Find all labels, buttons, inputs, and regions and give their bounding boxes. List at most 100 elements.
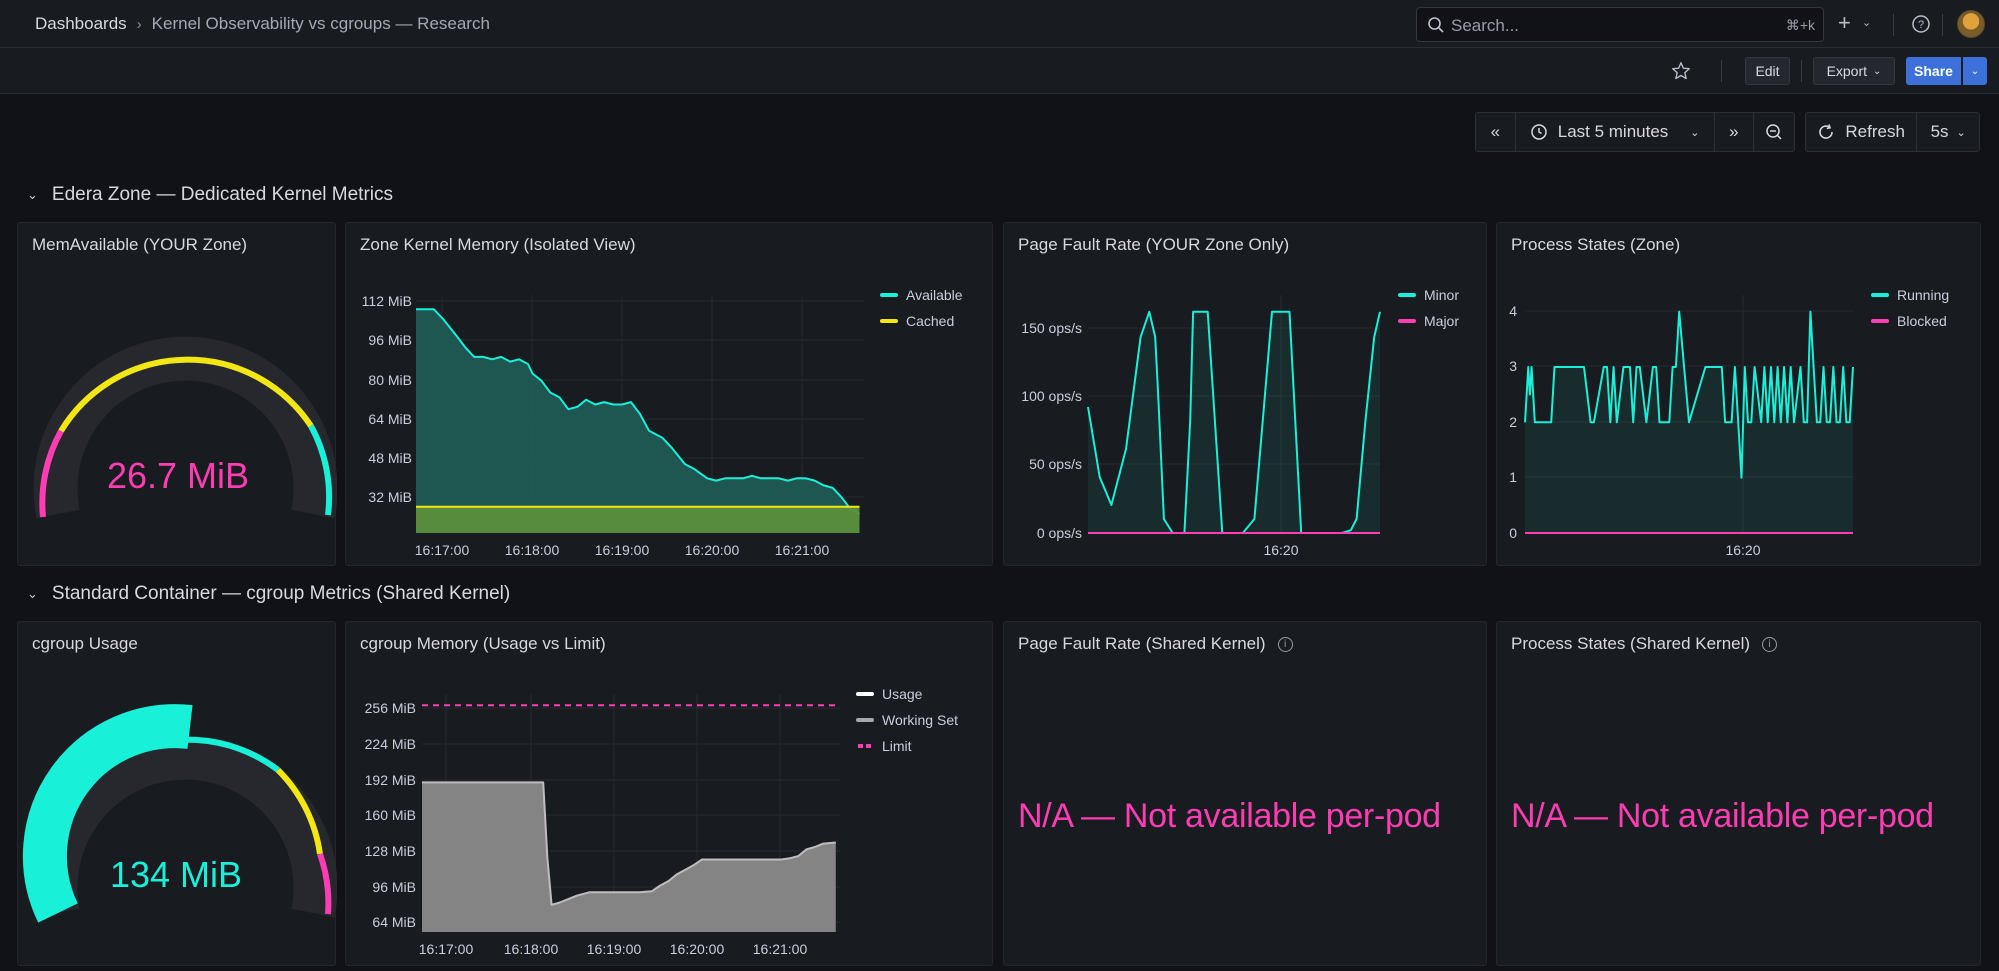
- double-chevron-right-icon: »: [1729, 122, 1739, 141]
- x-tick-label: 16:20:00: [685, 542, 740, 558]
- svg-text:?: ?: [1918, 19, 1924, 31]
- gauge-chart: 134 MiB: [22, 704, 337, 923]
- row-header-edera-zone[interactable]: ⌄ Edera Zone — Dedicated Kernel Metrics: [27, 184, 393, 206]
- legend-label: Cached: [906, 313, 954, 329]
- y-tick-label: 0 ops/s: [1037, 525, 1082, 541]
- export-button[interactable]: Export ⌄: [1813, 57, 1895, 85]
- chevron-down-icon: ⌄: [1690, 126, 1700, 139]
- user-avatar[interactable]: [1957, 10, 1985, 38]
- divider: [1721, 60, 1722, 82]
- x-tick-label: 16:20: [1263, 542, 1298, 558]
- time-range-label: Last 5 minutes: [1557, 122, 1669, 141]
- y-tick-label: 112 MiB: [362, 293, 412, 309]
- share-options-button[interactable]: ⌄: [1963, 57, 1987, 85]
- y-tick-label: 256 MiB: [365, 700, 416, 716]
- breadcrumb-dashboards-link[interactable]: Dashboards: [35, 14, 127, 34]
- legend-label: Available: [906, 287, 963, 303]
- y-tick-label: 224 MiB: [365, 736, 416, 752]
- y-tick-label: 150 ops/s: [1021, 320, 1082, 336]
- y-tick-label: 3: [1509, 358, 1517, 374]
- legend-label: Limit: [882, 738, 912, 754]
- breadcrumb-current-dashboard: Kernel Observability vs cgroups — Resear…: [151, 14, 490, 33]
- edit-label: Edit: [1755, 63, 1780, 79]
- refresh-interval-label: 5s: [1930, 122, 1949, 141]
- refresh-interval-picker[interactable]: 5s ⌄: [1917, 113, 1979, 151]
- gauge-value: 134 MiB: [110, 854, 242, 895]
- time-forward-button[interactable]: »: [1715, 113, 1755, 151]
- y-tick-label: 0: [1509, 525, 1517, 541]
- refresh-label: Refresh: [1845, 122, 1905, 141]
- legend-label: Running: [1897, 287, 1949, 303]
- refresh-icon: [1819, 124, 1834, 139]
- edit-button[interactable]: Edit: [1745, 57, 1790, 85]
- zoom-out-button[interactable]: [1754, 113, 1794, 151]
- export-label: Export: [1826, 63, 1868, 79]
- not-available-message: N/A — Not available per-pod: [1018, 797, 1441, 835]
- y-tick-label: 128 MiB: [365, 843, 416, 859]
- zoom-out-icon: [1766, 124, 1782, 140]
- chevron-down-icon: ⌄: [1970, 65, 1980, 77]
- divider: [1801, 60, 1802, 82]
- panel-zone-kernel-memory[interactable]: Zone Kernel Memory (Isolated View) 112 M…: [345, 222, 993, 566]
- refresh-button[interactable]: Refresh: [1806, 113, 1918, 151]
- share-label: Share: [1914, 63, 1953, 79]
- legend-label: Major: [1424, 313, 1459, 329]
- y-tick-label: 96 MiB: [372, 879, 416, 895]
- x-tick-label: 16:21:00: [753, 941, 808, 957]
- info-icon[interactable]: i: [1277, 636, 1293, 652]
- y-tick-label: 160 MiB: [365, 807, 416, 823]
- divider: [1942, 14, 1943, 36]
- legend-label: Usage: [882, 686, 923, 702]
- breadcrumb: Dashboards › Kernel Observability vs cgr…: [35, 14, 490, 34]
- search-shortcut: ⌘+k: [1785, 17, 1815, 33]
- star-icon[interactable]: [1670, 60, 1692, 82]
- panel-title-text: Page Fault Rate (Shared Kernel): [1018, 634, 1266, 653]
- time-back-button[interactable]: «: [1476, 113, 1516, 151]
- series-area-usage: [422, 782, 836, 932]
- series-area-available: [416, 309, 860, 533]
- x-tick-label: 16:19:00: [587, 941, 642, 957]
- y-tick-label: 2: [1509, 414, 1517, 430]
- double-chevron-left-icon: «: [1490, 122, 1501, 141]
- chevron-down-icon: ⌄: [1873, 65, 1882, 77]
- info-icon[interactable]: i: [1762, 636, 1778, 652]
- x-tick-label: 16:21:00: [775, 542, 830, 558]
- add-icon[interactable]: +: [1838, 10, 1851, 36]
- time-range-controls: « Last 5 minutes ⌄ »: [1475, 112, 1795, 152]
- dashboard-toolbar: Edit Export ⌄ Share ⌄: [0, 48, 1999, 94]
- time-range-picker[interactable]: Last 5 minutes ⌄: [1516, 113, 1715, 151]
- zone-memory-chart: 112 MiB 96 MiB 80 MiB 64 MiB 48 MiB 32 MiB 16:…: [362, 287, 963, 558]
- chevron-down-icon: ⌄: [1956, 126, 1966, 139]
- x-tick-label: 16:20:00: [670, 941, 725, 957]
- y-tick-label: 48 MiB: [368, 450, 412, 466]
- gauge-value: 26.7 MiB: [107, 455, 249, 496]
- panel-page-fault-rate-shared[interactable]: Page Fault Rate (Shared Kernel) i N/A — …: [1003, 621, 1487, 966]
- gauge-chart: 26.7 MiB: [33, 336, 337, 519]
- panel-cgroup-memory[interactable]: cgroup Memory (Usage vs Limit) 256 MiB 22…: [345, 621, 993, 966]
- share-button[interactable]: Share: [1906, 57, 1961, 85]
- panel-process-states-zone[interactable]: Process States (Zone) 4 3 2 1 0 16:20 Running B…: [1496, 222, 1981, 566]
- process-states-chart: 4 3 2 1 0 16:20 Running Blocked: [1509, 287, 1949, 558]
- y-tick-label: 4: [1509, 303, 1517, 319]
- panel-title-text: Process States (Shared Kernel): [1511, 634, 1751, 653]
- y-tick-label: 64 MiB: [372, 914, 416, 930]
- x-tick-label: 16:18:00: [505, 542, 560, 558]
- row-header-standard-container[interactable]: ⌄ Standard Container — cgroup Metrics (S…: [27, 583, 510, 605]
- panel-memavailable-gauge[interactable]: MemAvailable (YOUR Zone) 26.7 MiB: [17, 222, 337, 566]
- chevron-down-icon: ⌄: [27, 586, 38, 601]
- panel-title: Process States (Shared Kernel) i: [1511, 634, 1778, 654]
- breadcrumb-separator: ›: [136, 15, 142, 33]
- panel-cgroup-usage-gauge[interactable]: cgroup Usage 134 MiB: [17, 621, 337, 966]
- cgroup-memory-chart: 256 MiB 224 MiB 192 MiB 160 MiB 128 MiB 96 Mi…: [365, 686, 958, 957]
- clock-icon: [1530, 124, 1547, 140]
- help-icon[interactable]: ?: [1911, 14, 1931, 34]
- x-tick-label: 16:18:00: [504, 941, 559, 957]
- panel-page-fault-rate-zone[interactable]: Page Fault Rate (YOUR Zone Only) 150 ops…: [1003, 222, 1487, 566]
- panel-process-states-shared[interactable]: Process States (Shared Kernel) i N/A — N…: [1496, 621, 1981, 966]
- legend-label: Working Set: [882, 712, 958, 728]
- legend-label: Blocked: [1897, 313, 1947, 329]
- search-input[interactable]: Search... ⌘+k: [1416, 7, 1824, 42]
- chevron-down-icon[interactable]: ⌄: [1862, 16, 1871, 29]
- divider: [1893, 14, 1894, 36]
- y-tick-label: 100 ops/s: [1021, 388, 1082, 404]
